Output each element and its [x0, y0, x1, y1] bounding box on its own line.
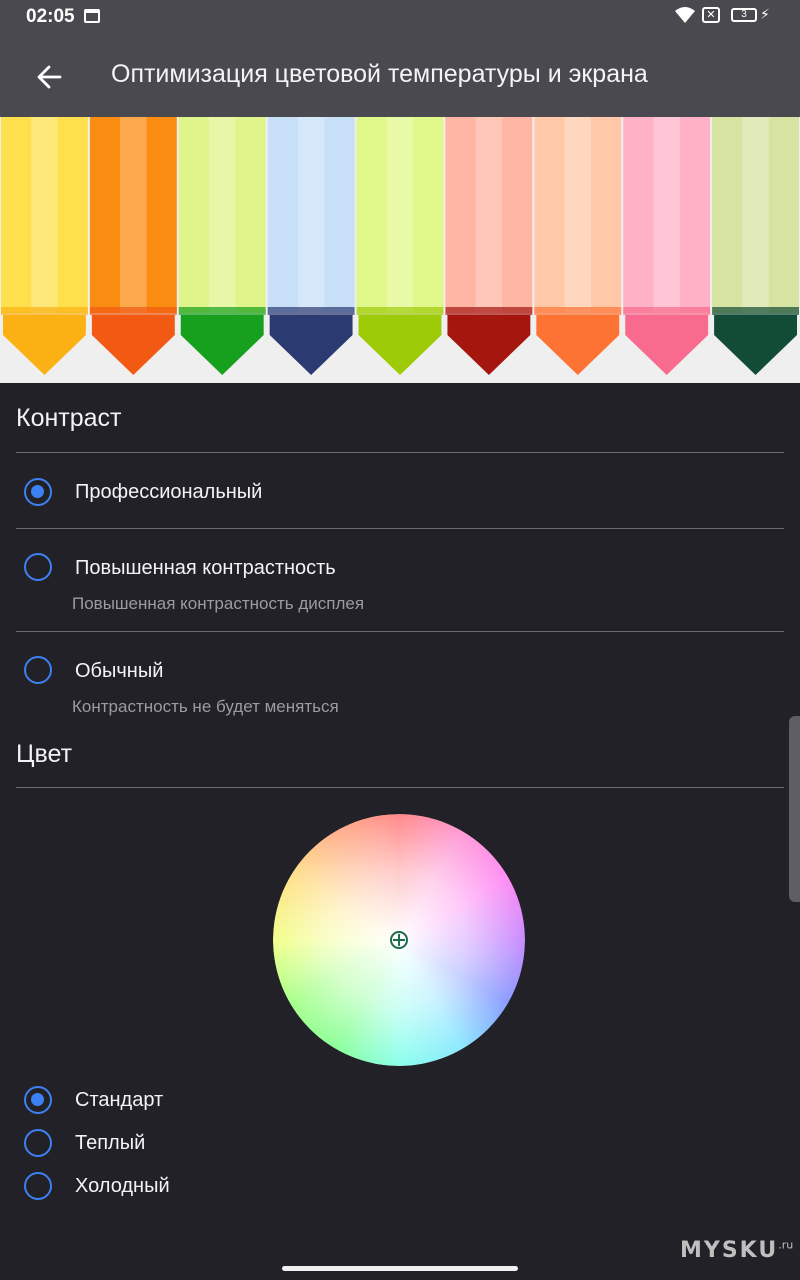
crayon — [1, 117, 88, 375]
option-label: Повышенная контрастность — [75, 557, 336, 579]
divider — [16, 452, 784, 453]
option-label: Обычный — [75, 660, 164, 682]
color-wheel-graphic — [273, 814, 525, 1066]
radio-contrast-enhanced[interactable] — [24, 553, 52, 581]
radio-color-warm[interactable] — [24, 1129, 52, 1157]
divider — [16, 631, 784, 632]
arrow-back-icon — [37, 65, 62, 89]
radio-contrast-professional[interactable] — [24, 478, 52, 506]
watermark-suffix: .ru — [778, 1238, 794, 1252]
option-subtitle: Повышенная контрастность дисплея — [72, 594, 365, 613]
no-sim-icon: ✕ — [702, 7, 720, 23]
watermark: MYSKU.ru — [680, 1238, 793, 1263]
charging-icon: ⚡ — [760, 6, 770, 22]
option-label: Профессиональный — [75, 481, 263, 503]
divider — [16, 787, 784, 788]
scrollbar-thumb[interactable] — [789, 716, 800, 902]
color-section-title: Цвет — [16, 740, 73, 768]
home-indicator[interactable] — [282, 1266, 518, 1271]
crayon — [712, 117, 799, 375]
crayon — [445, 117, 533, 375]
radio-color-cold[interactable] — [24, 1172, 52, 1200]
option-label: Стандарт — [75, 1089, 164, 1111]
crayon — [623, 117, 711, 375]
option-label: Теплый — [75, 1132, 146, 1154]
crayon — [89, 117, 177, 375]
status-bar: 02:05 ✕ 3 ⚡ — [0, 0, 800, 32]
crayon — [534, 117, 622, 375]
app-bar: Оптимизация цветовой температуры и экран… — [0, 40, 800, 110]
crayon — [267, 117, 355, 375]
option-subtitle: Контрастность не будет меняться — [72, 697, 339, 716]
radio-color-standard[interactable] — [24, 1086, 52, 1114]
top-bar: 02:05 ✕ 3 ⚡ Оптимизация цветовой темпера… — [0, 0, 800, 117]
crayon — [178, 117, 266, 375]
crosshair-plus-icon[interactable] — [390, 931, 408, 949]
crayons-banner-image — [0, 117, 800, 383]
battery-icon: 3 — [731, 8, 757, 22]
contrast-section-title: Контраст — [16, 404, 122, 432]
page-title: Оптимизация цветовой температуры и экран… — [111, 60, 648, 88]
crayon — [356, 117, 444, 375]
wifi-icon — [675, 7, 695, 23]
crayons-illustration — [1, 117, 799, 375]
calendar-icon — [84, 9, 100, 23]
color-wheel[interactable] — [273, 814, 525, 1066]
contrast-option-enhanced[interactable] — [0, 531, 800, 629]
status-time: 02:05 — [26, 6, 75, 27]
watermark-text: MYSKU — [680, 1238, 779, 1263]
option-label: Холодный — [75, 1175, 170, 1197]
radio-contrast-normal[interactable] — [24, 656, 52, 684]
divider — [16, 528, 784, 529]
back-button[interactable] — [26, 54, 72, 100]
